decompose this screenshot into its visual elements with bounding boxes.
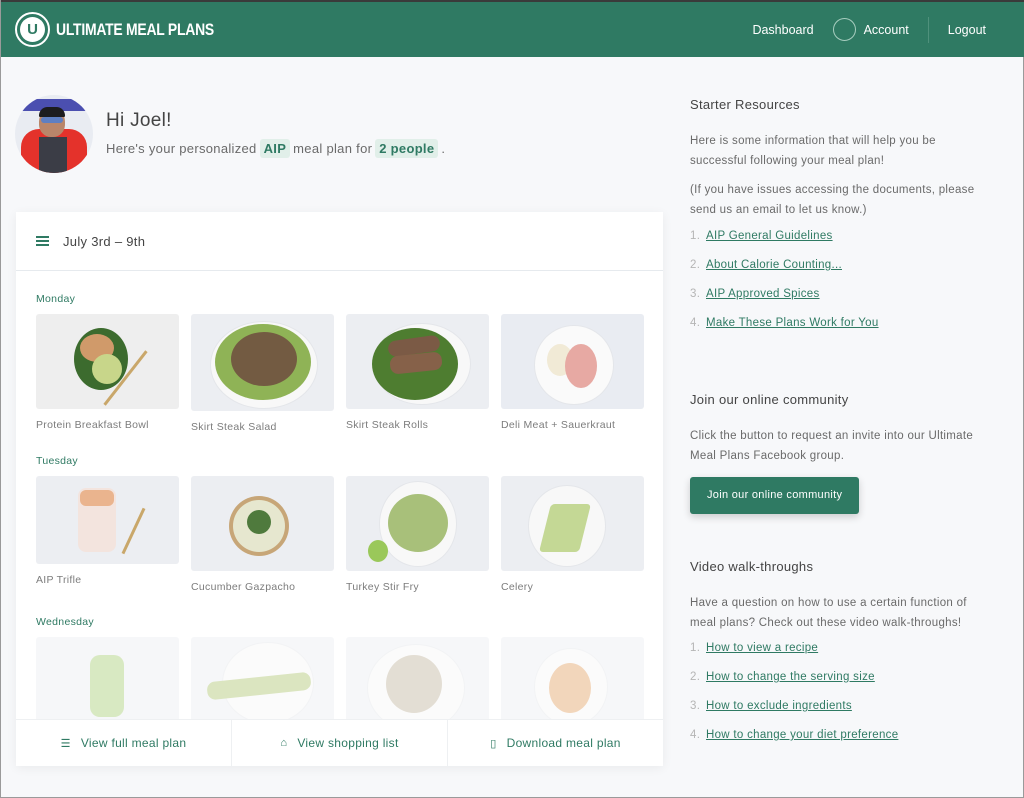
account-avatar-icon[interactable]	[832, 18, 856, 41]
pdf-file-icon: ▯	[490, 737, 497, 750]
meal-image[interactable]	[501, 637, 644, 732]
resource-link[interactable]: AIP Approved Spices	[706, 288, 820, 317]
brand-logo[interactable]: U ULTIMATE MEAL PLANS	[15, 12, 249, 47]
meal-card[interactable]: Cucumber Gazpacho	[191, 476, 334, 593]
view-shopping-list-label: View shopping list	[297, 736, 399, 750]
meal-card[interactable]: Celery	[501, 476, 644, 593]
meal-image[interactable]	[36, 314, 179, 409]
meal-name[interactable]: Protein Breakfast Bowl	[36, 419, 179, 431]
list-icon	[36, 236, 49, 246]
meal-card[interactable]: Skirt Steak Rolls	[346, 314, 489, 431]
meal-name[interactable]: Skirt Steak Rolls	[346, 419, 489, 431]
day-label-tuesday: Tuesday	[36, 455, 78, 467]
greeting-middle: meal plan for	[293, 141, 373, 156]
video-item: 2. How to change the serving size	[690, 671, 995, 700]
video-link[interactable]: How to view a recipe	[706, 642, 818, 671]
meal-plan-card: July 3rd – 9th Monday Protein Breakfast …	[16, 212, 663, 766]
meal-image[interactable]	[346, 314, 489, 409]
starter-resources-section: Starter Resources Here is some informati…	[690, 97, 995, 346]
meal-name[interactable]: Deli Meat + Sauerkraut	[501, 419, 644, 431]
logo-icon: U	[15, 12, 50, 47]
meal-image[interactable]	[191, 314, 334, 411]
day-label-wednesday: Wednesday	[36, 616, 94, 628]
resource-link[interactable]: AIP General Guidelines	[706, 230, 833, 259]
video-walkthroughs-title: Video walk-throughs	[690, 559, 814, 574]
day-label-monday: Monday	[36, 293, 76, 305]
main-nav: Dashboard Account Logout	[752, 2, 1024, 57]
video-item: 4. How to change your diet preference	[690, 729, 995, 758]
meal-name[interactable]: Turkey Stir Fry	[346, 581, 489, 593]
diet-badge: AIP	[259, 139, 291, 158]
video-link[interactable]: How to change your diet preference	[706, 729, 898, 758]
view-shopping-list-button[interactable]: ⌂ View shopping list	[232, 720, 448, 766]
meal-card[interactable]	[346, 637, 489, 732]
meal-image[interactable]	[191, 476, 334, 571]
starter-resources-list: 1. AIP General Guidelines 2. About Calorie…	[690, 230, 995, 346]
brand-name: ULTIMATE MEAL PLANS	[56, 19, 214, 39]
meal-card[interactable]	[501, 637, 644, 732]
meal-card[interactable]: Skirt Steak Salad	[191, 314, 334, 433]
meal-card[interactable]: Deli Meat + Sauerkraut	[501, 314, 644, 431]
download-meal-plan-button[interactable]: ▯ Download meal plan	[448, 720, 663, 766]
community-section: Join our online community Click the butt…	[690, 392, 995, 514]
meal-image[interactable]	[346, 637, 489, 732]
top-nav-bar: U ULTIMATE MEAL PLANS Dashboard Account …	[1, 0, 1024, 57]
people-badge: 2 people	[375, 139, 439, 158]
community-description: Click the button to request an invite in…	[690, 430, 974, 462]
greeting-prefix: Here's your personalized	[106, 141, 257, 156]
plan-header: July 3rd – 9th	[16, 212, 663, 271]
user-avatar	[15, 95, 93, 173]
resource-item: 1. AIP General Guidelines	[690, 230, 995, 259]
plan-footer-actions: ☰ View full meal plan ⌂ View shopping li…	[16, 719, 663, 766]
meal-image[interactable]	[36, 476, 179, 564]
join-community-button[interactable]: Join our online community	[690, 477, 860, 514]
meal-card[interactable]: Turkey Stir Fry	[346, 476, 489, 593]
video-item: 3. How to exclude ingredients	[690, 700, 995, 729]
greeting-suffix: .	[441, 141, 446, 156]
resource-item: 2. About Calorie Counting...	[690, 259, 995, 288]
meal-image[interactable]	[191, 637, 334, 732]
view-full-meal-plan-label: View full meal plan	[80, 736, 187, 750]
greeting-title: Hi Joel!	[106, 110, 172, 131]
nav-logout-link[interactable]: Logout	[948, 23, 986, 37]
video-walkthroughs-intro: Have a question on how to use a certain …	[690, 597, 967, 629]
meal-image[interactable]	[346, 476, 489, 571]
meal-name[interactable]: Cucumber Gazpacho	[191, 581, 334, 593]
community-title: Join our online community	[690, 392, 849, 407]
starter-resources-note: (If you have issues accessing the docume…	[690, 184, 975, 216]
video-item: 1. How to view a recipe	[690, 642, 995, 671]
greeting-section: Hi Joel! Here's your personalized AIP me…	[15, 95, 445, 173]
resource-item: 4. Make These Plans Work for You	[690, 317, 995, 346]
meal-image[interactable]	[501, 314, 644, 409]
video-walkthroughs-list: 1. How to view a recipe 2. How to change t…	[690, 642, 995, 758]
video-walkthroughs-section: Video walk-throughs Have a question on h…	[690, 559, 995, 758]
starter-resources-title: Starter Resources	[690, 97, 800, 112]
download-meal-plan-label: Download meal plan	[506, 736, 621, 750]
plan-week-title: July 3rd – 9th	[63, 233, 146, 249]
meal-card[interactable]	[36, 637, 179, 732]
meal-card[interactable]	[191, 637, 334, 732]
view-full-meal-plan-button[interactable]: ☰ View full meal plan	[16, 720, 232, 766]
nav-divider	[927, 16, 929, 43]
nav-dashboard-link[interactable]: Dashboard	[752, 23, 813, 37]
video-link[interactable]: How to change the serving size	[706, 671, 875, 700]
resource-item: 3. AIP Approved Spices	[690, 288, 995, 317]
meal-card[interactable]: AIP Trifle	[36, 476, 179, 586]
list-icon: ☰	[60, 737, 71, 750]
basket-icon: ⌂	[280, 737, 288, 749]
meal-card[interactable]: Protein Breakfast Bowl	[36, 314, 179, 431]
starter-resources-intro: Here is some information that will help …	[690, 135, 936, 167]
greeting-subtitle: Here's your personalized AIP meal plan f…	[106, 139, 445, 158]
meal-name[interactable]: AIP Trifle	[36, 574, 179, 586]
meal-name[interactable]: Skirt Steak Salad	[191, 421, 334, 433]
meal-image[interactable]	[36, 637, 179, 732]
nav-account-link[interactable]: Account	[864, 23, 909, 37]
meal-name[interactable]: Celery	[501, 581, 644, 593]
meal-image[interactable]	[501, 476, 644, 571]
resource-link[interactable]: Make These Plans Work for You	[706, 317, 879, 346]
video-link[interactable]: How to exclude ingredients	[706, 700, 852, 729]
resource-link[interactable]: About Calorie Counting...	[706, 259, 842, 288]
